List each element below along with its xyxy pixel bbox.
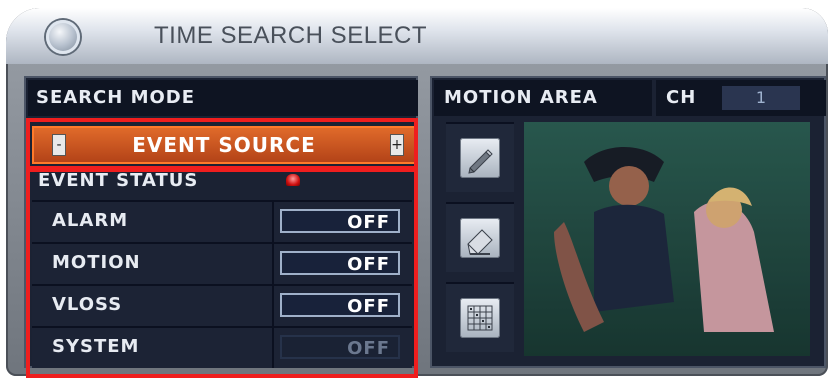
event-status-highlight — [26, 168, 418, 378]
erase-motion-area-button[interactable] — [446, 202, 514, 272]
search-mode-header: SEARCH MODE — [28, 80, 418, 116]
edit-motion-area-button[interactable] — [446, 122, 514, 192]
channel-value-field[interactable]: 1 — [722, 86, 800, 110]
event-source-highlight — [26, 118, 418, 170]
camera-preview[interactable] — [524, 122, 810, 356]
title-orb-icon — [46, 20, 80, 54]
motion-area-header: MOTION AREA — [434, 80, 652, 116]
eraser-icon — [460, 218, 500, 258]
pencil-icon — [460, 138, 500, 178]
grid-motion-area-button[interactable] — [446, 282, 514, 352]
window-title: TIME SEARCH SELECT — [154, 22, 428, 49]
title-bar: TIME SEARCH SELECT — [6, 8, 828, 64]
motion-area-panel: MOTION AREA CH 1 — [430, 76, 826, 368]
grid-icon — [460, 298, 500, 338]
channel-label: CH — [666, 87, 697, 108]
